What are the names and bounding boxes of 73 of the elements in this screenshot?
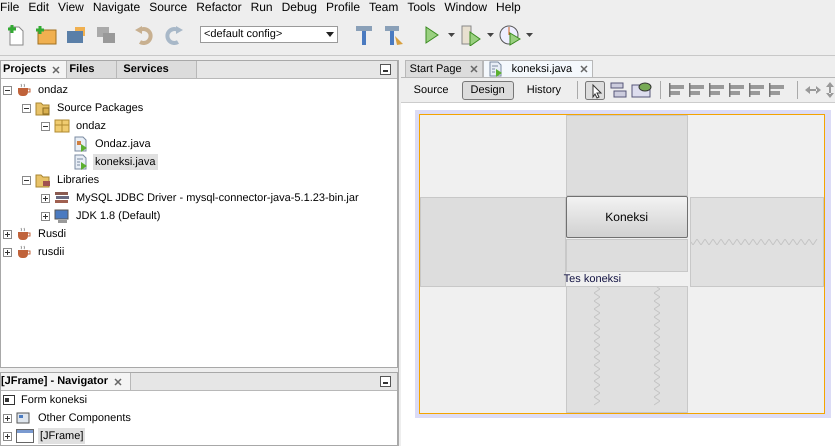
- collapse-icon[interactable]: [41, 122, 50, 130]
- menu-item[interactable]: Team: [369, 0, 398, 14]
- expand-icon[interactable]: [3, 432, 12, 440]
- tree-item[interactable]: Source Packages: [55, 100, 146, 116]
- tree-item[interactable]: rusdii: [36, 244, 66, 260]
- panel-tab[interactable]: Services: [117, 61, 198, 78]
- expand-icon[interactable]: [41, 194, 50, 202]
- components-icon: [16, 411, 32, 425]
- caret-icon: [326, 32, 334, 37]
- connection-tool-icon[interactable]: [609, 82, 627, 98]
- menu-item[interactable]: Window: [444, 0, 488, 14]
- tree-item[interactable]: JDK 1.8 (Default): [74, 208, 162, 224]
- tree-item[interactable]: ondaz: [36, 82, 70, 98]
- cup-icon: [16, 227, 32, 241]
- cup-icon: [16, 83, 32, 97]
- close-icon[interactable]: [52, 66, 60, 74]
- folder-icon: [35, 100, 51, 116]
- menu-item[interactable]: Source: [149, 0, 188, 14]
- cup-icon: [16, 245, 32, 259]
- tree-item[interactable]: Other Components: [36, 410, 133, 426]
- menu-item[interactable]: Profile: [326, 0, 360, 14]
- panel-tab[interactable]: Projects: [1, 61, 68, 78]
- file-icon: [73, 136, 89, 152]
- file-icon: [73, 154, 89, 170]
- tree-item[interactable]: ondaz: [74, 118, 108, 134]
- preview-icon[interactable]: [631, 82, 653, 98]
- expand-icon[interactable]: [3, 248, 12, 256]
- config-dropdown[interactable]: <default config>: [200, 26, 338, 43]
- tree-item[interactable]: Libraries: [55, 172, 102, 188]
- view-toggle[interactable]: Design: [462, 80, 514, 100]
- tree-item[interactable]: Rusdi: [36, 226, 68, 242]
- expand-icon[interactable]: [3, 230, 12, 238]
- caret-icon[interactable]: [487, 32, 494, 36]
- caret-icon[interactable]: [448, 32, 455, 36]
- collapse-icon[interactable]: [22, 104, 31, 112]
- form-icon: [3, 395, 15, 405]
- expand-icon[interactable]: [41, 212, 50, 220]
- form-label: Tes koneksi: [564, 272, 622, 286]
- tree-item[interactable]: Form koneksi: [19, 392, 90, 408]
- package-icon: [54, 118, 70, 134]
- menu-item[interactable]: File: [0, 0, 20, 14]
- close-icon[interactable]: [470, 65, 478, 73]
- menu-item[interactable]: Edit: [28, 0, 50, 14]
- view-toggle[interactable]: Source: [404, 80, 458, 100]
- caret-icon[interactable]: [526, 32, 533, 36]
- menu-item[interactable]: Debug: [282, 0, 317, 14]
- panel-tab[interactable]: Files: [67, 61, 118, 78]
- expand-icon[interactable]: [3, 414, 12, 422]
- collapse-icon[interactable]: [3, 86, 12, 94]
- tree-item[interactable]: koneksi.java: [93, 154, 158, 170]
- folder-icon: [35, 172, 51, 188]
- menu-item[interactable]: Tools: [407, 0, 436, 14]
- close-icon[interactable]: [580, 65, 588, 73]
- minimize-icon[interactable]: [380, 64, 391, 75]
- editor-tab[interactable]: koneksi.java: [482, 60, 594, 77]
- view-toggle[interactable]: History: [518, 80, 570, 100]
- window-icon: [16, 429, 34, 443]
- tree-item[interactable]: Ondaz.java: [93, 136, 153, 152]
- minimize-icon[interactable]: [380, 376, 391, 387]
- selection-tool-icon[interactable]: [585, 80, 605, 100]
- tree-item[interactable]: MySQL JDBC Driver - mysql-connector-java-5.1.23-bin.jar: [74, 190, 361, 206]
- editor-tab[interactable]: Start Page: [404, 60, 483, 77]
- menu-item[interactable]: Navigate: [92, 0, 140, 14]
- menu-item[interactable]: View: [58, 0, 84, 14]
- menu-item[interactable]: Refactor: [196, 0, 242, 14]
- collapse-icon[interactable]: [22, 176, 31, 184]
- tree-item[interactable]: [JFrame]: [38, 428, 86, 444]
- monitor-icon: [54, 208, 70, 224]
- panel-title: [JFrame] - Navigator: [1, 374, 108, 390]
- koneksi-button[interactable]: Koneksi: [566, 196, 688, 238]
- menu-item[interactable]: Run: [250, 0, 273, 14]
- menu-item[interactable]: Help: [496, 0, 521, 14]
- close-icon[interactable]: [114, 378, 122, 386]
